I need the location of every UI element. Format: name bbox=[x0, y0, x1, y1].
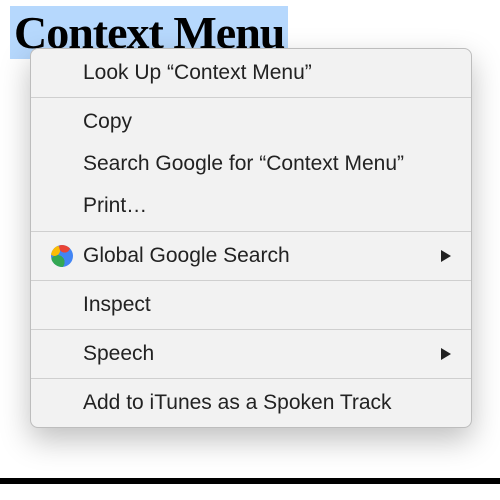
menu-item-add-to-itunes[interactable]: Add to iTunes as a Spoken Track bbox=[31, 379, 471, 427]
menu-item-label: Search Google for “Context Menu” bbox=[83, 152, 404, 175]
menu-item-label: Copy bbox=[83, 110, 132, 133]
context-menu: Look Up “Context Menu” Copy Search Googl… bbox=[30, 48, 472, 428]
menu-item-print[interactable]: Print… bbox=[31, 188, 471, 230]
menu-item-copy[interactable]: Copy bbox=[31, 98, 471, 146]
menu-item-speech[interactable]: Speech bbox=[31, 330, 471, 378]
menu-item-search-google[interactable]: Search Google for “Context Menu” bbox=[31, 146, 471, 188]
menu-item-label: Inspect bbox=[83, 293, 151, 316]
menu-item-inspect[interactable]: Inspect bbox=[31, 281, 471, 329]
menu-item-label: Add to iTunes as a Spoken Track bbox=[83, 391, 392, 414]
menu-item-label: Look Up “Context Menu” bbox=[83, 61, 312, 84]
menu-item-global-google-search[interactable]: Global Google Search bbox=[31, 232, 471, 280]
globe-icon bbox=[51, 245, 73, 267]
menu-item-label: Global Google Search bbox=[83, 244, 290, 267]
menu-item-label: Speech bbox=[83, 342, 154, 365]
page-bottom-rule bbox=[0, 478, 500, 484]
menu-item-label: Print… bbox=[83, 194, 147, 217]
menu-item-lookup[interactable]: Look Up “Context Menu” bbox=[31, 49, 471, 97]
